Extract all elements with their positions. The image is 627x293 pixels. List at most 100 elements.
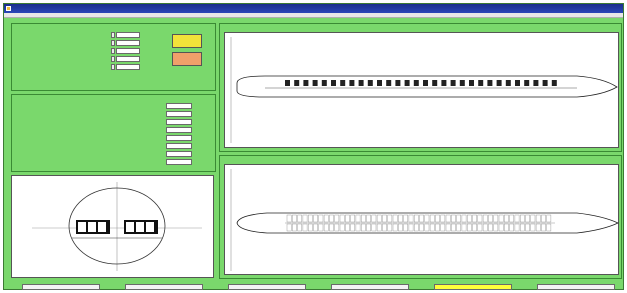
bottom-action-button[interactable] [434,284,512,290]
outputs_panel-value-field[interactable] [166,135,192,141]
seat-cell [307,223,313,232]
seat-cell [451,214,456,223]
seat-cell [546,223,552,232]
seat-cell [350,223,355,232]
inputs_panel-value-field[interactable] [116,56,140,62]
inputs-action-button[interactable] [172,34,202,48]
seat-cell [398,214,403,223]
outputs_panel-row [16,119,219,125]
external-view-drawing [230,37,618,143]
cabin-window [340,80,346,86]
outputs_panel-value-field[interactable] [166,127,192,133]
outputs_panel-value-field[interactable] [166,159,192,165]
cabin-window [441,80,447,86]
seat-cell [440,214,446,223]
seat-cell [371,214,377,223]
cabin-window [469,80,474,86]
cabin-window [377,80,382,86]
outputs_panel-value-field[interactable] [166,111,192,117]
seat-cell [387,223,393,232]
cabin-window [542,80,548,86]
seat-cell [382,223,387,232]
seat-cell [313,223,318,232]
seat-cell [334,214,340,223]
cabin-window [524,80,530,86]
inputs-action-button[interactable] [172,52,202,66]
seat-cell [302,214,308,223]
cabin-window [505,80,511,86]
seat-cell [535,214,541,223]
menu-bar[interactable] [4,13,623,18]
seat-cell [408,223,414,232]
seat-cell [498,223,504,232]
seat-cell [493,214,499,223]
cabin-window [533,80,539,86]
seat-block-right [124,220,158,234]
seat-cell [334,223,340,232]
cabin-window [331,80,336,86]
inputs_panel-value-field[interactable] [116,48,140,54]
outputs_panel-value-field[interactable] [166,119,192,125]
outputs_panel-value-field[interactable] [166,151,192,157]
inputs-panel [11,23,216,91]
outputs_panel-value-field[interactable] [166,143,192,149]
seat-cell [355,223,361,232]
seat-cell [403,214,409,223]
floor-plan-panel [219,155,622,279]
seat-cell [323,223,329,232]
bottom-action-button[interactable] [537,284,615,290]
seat-cell [292,214,297,223]
seat-cell [318,223,324,232]
spinner-button[interactable] [111,32,115,38]
seat-cell [413,214,419,223]
cabin-window [395,80,401,86]
cabin-window [367,80,373,86]
cabin-window [496,80,502,86]
bottom-action-button[interactable] [228,284,306,290]
seat-cell [366,223,371,232]
cabin-window [423,80,428,86]
bottom-action-button[interactable] [22,284,100,290]
seat-cell [297,214,302,223]
seat-cell [329,214,334,223]
seat-cell [345,223,350,232]
seat-cell [424,214,430,223]
bottom-action-button[interactable] [331,284,409,290]
spinner-button[interactable] [111,48,115,54]
cabin-window [450,80,456,86]
cabin-window [478,80,484,86]
cabin-window [459,80,465,86]
external-view-panel [219,23,622,152]
spinner-button[interactable] [111,56,115,62]
cabin-window [515,80,520,86]
seat-cell [472,223,477,232]
seat-cell [466,223,472,232]
seat-cell [360,223,366,232]
seat-cell [413,223,419,232]
seat-cell [520,223,525,232]
spinner-button[interactable] [111,64,115,70]
cabin-window [294,80,300,86]
outputs_panel-row [16,111,219,117]
seat-cell [435,214,440,223]
title-bar [4,4,623,13]
outputs_panel-row [16,127,219,133]
seat-cell [451,223,456,232]
external-view-canvas [224,32,619,148]
spinner-button[interactable] [111,40,115,46]
seat-cell [408,214,414,223]
outputs_panel-row [16,151,219,157]
seat-cell [387,214,393,223]
seat-cell [419,214,424,223]
inputs_panel-value-field[interactable] [116,40,140,46]
inputs_panel-value-field[interactable] [116,64,140,70]
seat-cell [419,223,424,232]
bottom-action-button[interactable] [125,284,203,290]
seat-cell [541,223,546,232]
seat-cell [286,223,292,232]
outputs_panel-value-field[interactable] [166,103,192,109]
seat-cell [429,223,435,232]
inputs_panel-value-field[interactable] [116,32,140,38]
fuselage-side-outline [236,75,618,98]
seat-cell [530,214,536,223]
